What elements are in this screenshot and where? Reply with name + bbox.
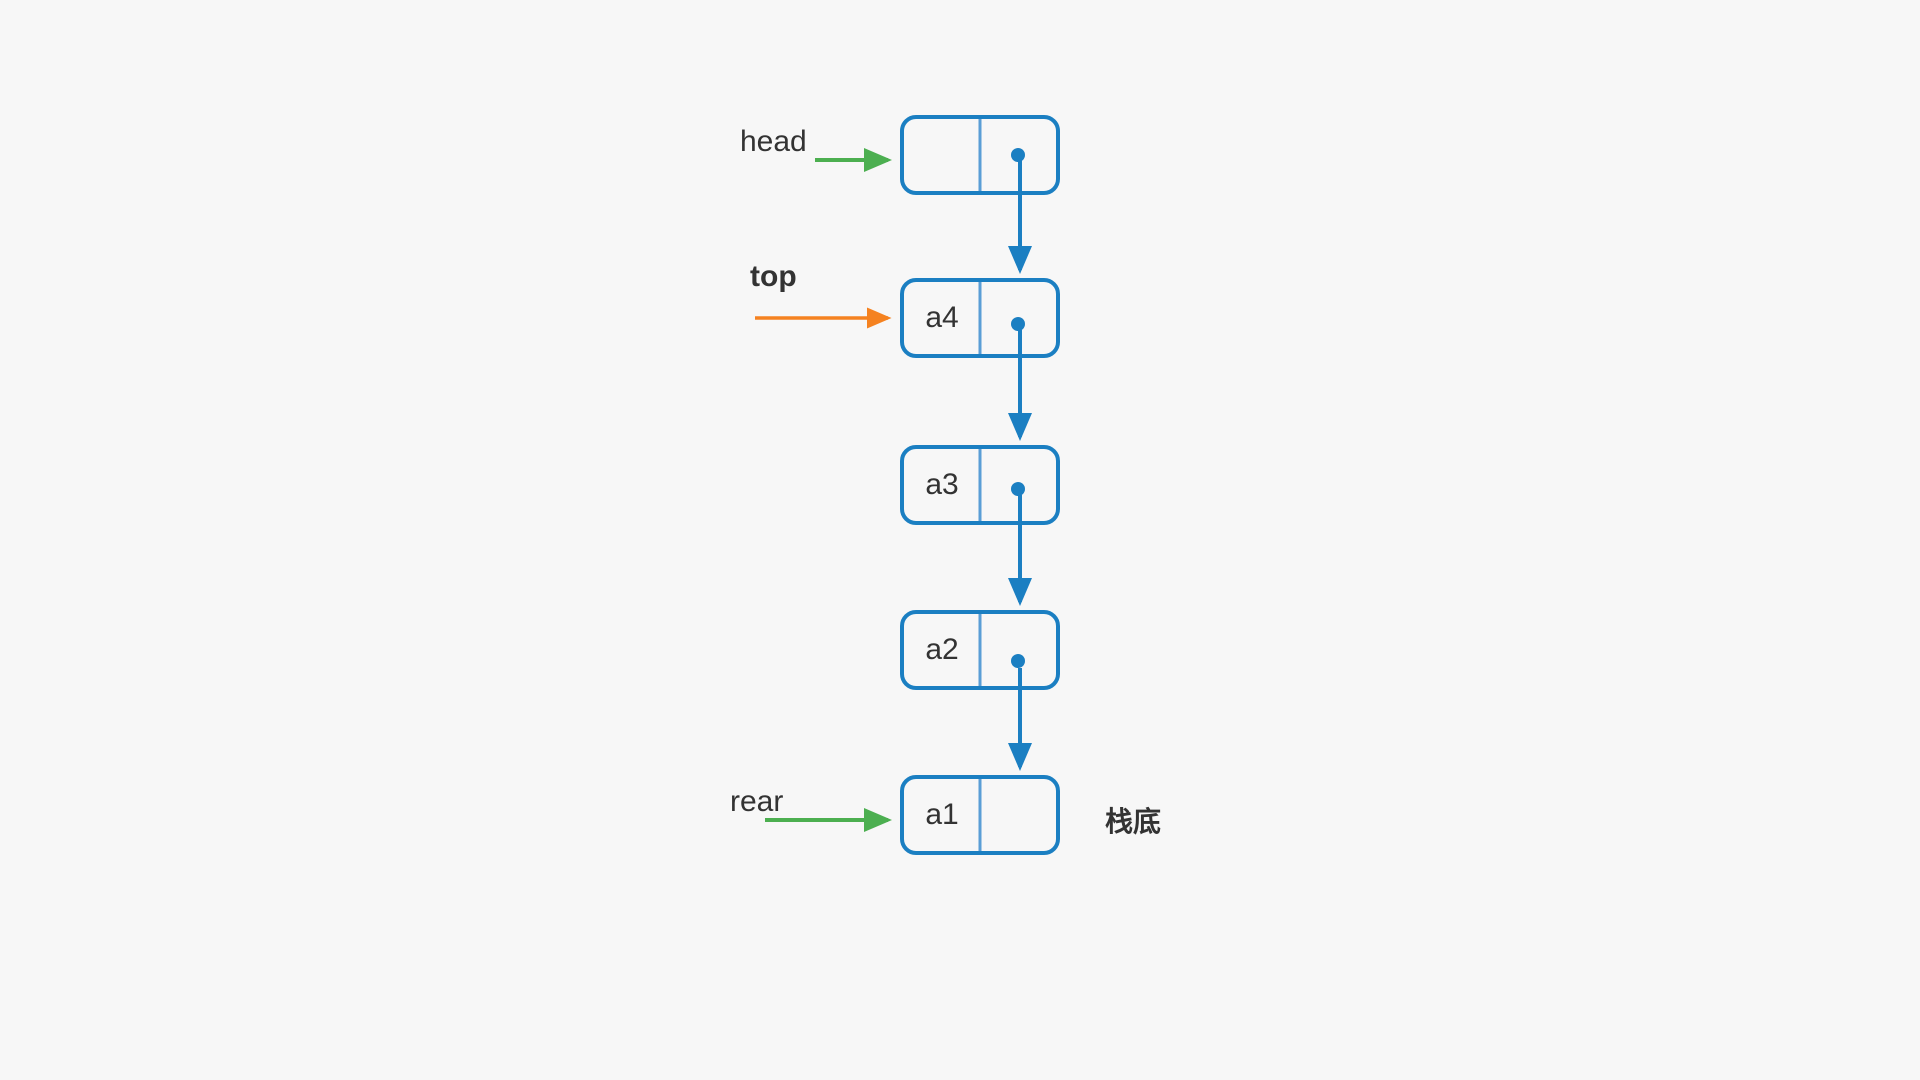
label-top: top — [750, 260, 797, 294]
node-data — [904, 119, 980, 191]
node-data: a4 — [904, 282, 980, 354]
node-a3: a3 — [900, 445, 1060, 525]
pointer-dot-icon — [1011, 148, 1025, 162]
pointer-dot-icon — [1011, 654, 1025, 668]
label-head: head — [740, 125, 807, 159]
label-stack-bottom: 栈底 — [1105, 800, 1161, 840]
pointer-dot-icon — [1011, 482, 1025, 496]
node-data: a2 — [904, 614, 980, 686]
node-a4: a4 — [900, 278, 1060, 358]
node-a1: a1 — [900, 775, 1060, 855]
node-a2: a2 — [900, 610, 1060, 690]
label-rear: rear — [730, 785, 783, 819]
node-head — [900, 115, 1060, 195]
node-data: a1 — [904, 779, 980, 851]
pointer-dot-icon — [1011, 317, 1025, 331]
node-data: a3 — [904, 449, 980, 521]
diagram-canvas: a4 a3 a2 a1 head top rear 栈底 — [0, 0, 1920, 1080]
